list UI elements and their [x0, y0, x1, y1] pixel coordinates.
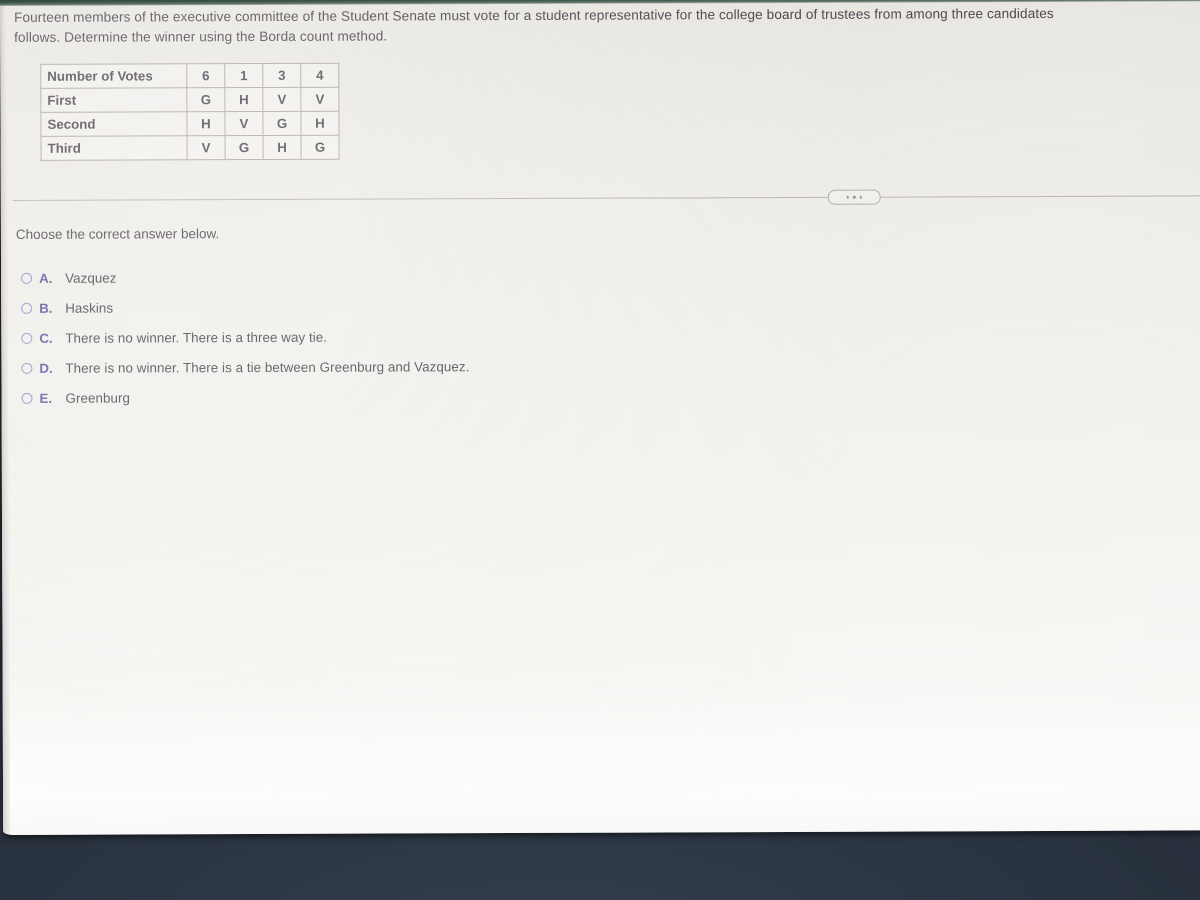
answer-text-a: Vazquez — [65, 270, 117, 286]
answer-letter-d: D. — [39, 360, 53, 376]
ellipsis-dot-3 — [859, 195, 863, 199]
table-row: Number of Votes 6 1 3 4 — [40, 63, 339, 89]
table-cell-first-2: H — [224, 87, 263, 112]
table-cell-votes-1: 6 — [186, 63, 225, 88]
answer-letter-e: E. — [39, 390, 53, 406]
table-cell-first-3: V — [262, 87, 301, 112]
radio-button-icon-b[interactable] — [21, 302, 33, 314]
table-cell-second-3: G — [262, 111, 302, 136]
table-row-header-number-of-votes: Number of Votes — [40, 63, 187, 89]
answer-text-e: Greenburg — [65, 390, 131, 406]
answer-letter-c: C. — [39, 330, 53, 346]
divider-line-left — [12, 196, 828, 201]
table-cell-third-2: G — [225, 135, 264, 160]
table-row-header-first: First — [40, 87, 187, 113]
answer-letter-b: B. — [39, 300, 53, 316]
radio-button-icon-e[interactable] — [21, 392, 33, 404]
table-cell-second-1: H — [186, 111, 226, 136]
table-cell-votes-4: 4 — [300, 63, 339, 88]
ellipsis-icon[interactable] — [827, 189, 881, 205]
answer-option-b[interactable]: B. Haskins — [21, 295, 921, 328]
divider-line-right — [880, 195, 1200, 198]
table-cell-third-3: H — [263, 135, 302, 160]
radio-button-icon-c[interactable] — [21, 332, 33, 344]
radio-button-icon-a[interactable] — [21, 272, 33, 284]
table-cell-votes-2: 1 — [224, 63, 263, 88]
radio-button-icon-d[interactable] — [21, 362, 33, 374]
ellipsis-dot-1 — [846, 195, 850, 199]
answer-letter-a: A. — [39, 270, 53, 286]
question-prompt: Fourteen members of the executive commit… — [14, 5, 1054, 45]
answer-text-c: There is no winner. There is a three way… — [65, 329, 328, 346]
table-cell-first-4: V — [300, 87, 339, 112]
ellipsis-dot-2 — [853, 195, 856, 199]
preference-schedule-table: Number of Votes 6 1 3 4 First G H V V Se… — [40, 62, 340, 161]
answer-text-b: Haskins — [65, 300, 114, 316]
table-cell-second-4: H — [300, 111, 340, 136]
answer-option-c[interactable]: C. There is no winner. There is a three … — [21, 325, 921, 358]
answer-text-d: There is no winner. There is a tie betwe… — [65, 359, 470, 376]
table-row: First G H V V — [40, 87, 339, 113]
answer-option-a[interactable]: A. Vazquez — [21, 265, 921, 298]
table-row: Third V G H G — [41, 135, 340, 161]
table-cell-third-4: G — [301, 135, 340, 160]
table-row: Second H V G H — [40, 111, 340, 137]
choose-answer-label: Choose the correct answer below. — [15, 226, 220, 242]
question-content-area: Fourteen members of the executive commit… — [0, 0, 1200, 835]
screen-page: Fourteen members of the executive commit… — [0, 0, 1200, 835]
table-cell-third-1: V — [187, 135, 226, 160]
table-row-header-second: Second — [40, 111, 188, 137]
answer-option-d[interactable]: D. There is no winner. There is a tie be… — [21, 355, 921, 388]
table-cell-second-2: V — [224, 111, 264, 136]
answer-option-e[interactable]: E. Greenburg — [21, 385, 921, 418]
section-divider — [12, 188, 1200, 209]
answer-options-group: A. Vazquez B. Haskins C. There is no win… — [21, 265, 922, 418]
table-cell-votes-3: 3 — [262, 63, 301, 88]
table-cell-first-1: G — [186, 87, 225, 112]
table-row-header-third: Third — [41, 135, 188, 161]
